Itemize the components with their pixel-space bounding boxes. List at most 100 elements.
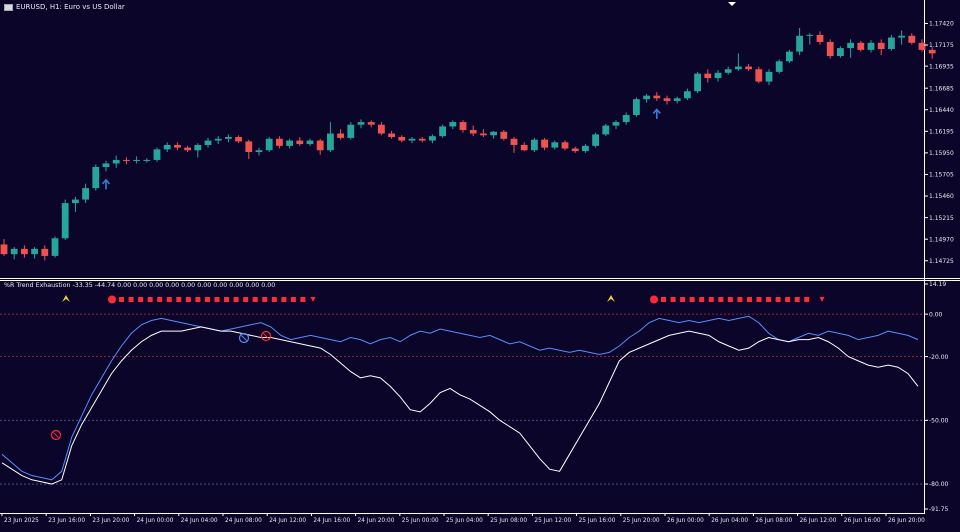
candle-body bbox=[561, 142, 569, 149]
time-label: 26 Jun 04:00 bbox=[711, 518, 748, 524]
exhaustion-square bbox=[214, 297, 220, 302]
candle-body bbox=[847, 42, 854, 49]
candle-body bbox=[388, 133, 395, 138]
candle-body bbox=[469, 129, 477, 134]
candle-body bbox=[755, 69, 763, 82]
exhaustion-square bbox=[166, 297, 172, 302]
time-label: 25 Jun 12:00 bbox=[534, 518, 571, 524]
candle bbox=[826, 39, 834, 59]
candle-body bbox=[796, 35, 803, 52]
exhaustion-square bbox=[138, 297, 144, 302]
exhaustion-square bbox=[794, 297, 800, 302]
indicator-title: %R Trend Exhaustion -33.35 -44.74 0.00 0… bbox=[4, 282, 276, 289]
candle-body bbox=[10, 248, 18, 255]
exhaustion-square bbox=[185, 297, 191, 302]
trading-chart-window[interactable]: 1.17420 1.17175 1.16935 1.16685 1.16440 1.161… bbox=[0, 0, 960, 528]
candle bbox=[531, 137, 538, 153]
indicator-label: 14.19 bbox=[929, 281, 946, 288]
candle bbox=[92, 164, 100, 191]
exhaustion-square bbox=[727, 297, 733, 302]
time-label: 23 Jun 16:00 bbox=[48, 518, 85, 524]
candle-body bbox=[704, 73, 712, 79]
price-label: 1.14725 bbox=[929, 258, 954, 265]
candle-body bbox=[82, 188, 89, 200]
exhaustion-square bbox=[233, 297, 239, 302]
candle-body bbox=[888, 37, 895, 49]
candle-body bbox=[928, 49, 936, 54]
exhaustion-square bbox=[281, 297, 287, 302]
candle-body bbox=[255, 150, 263, 153]
exhaustion-square bbox=[804, 297, 810, 302]
candle-body bbox=[276, 138, 283, 146]
exhaustion-square bbox=[262, 297, 268, 302]
time-label: 23 Jun 20:00 bbox=[92, 518, 129, 524]
candle-body bbox=[429, 136, 436, 141]
time-label: 26 Jun 00:00 bbox=[667, 518, 704, 524]
exhaustion-start-dot bbox=[108, 295, 116, 304]
candle-body bbox=[225, 137, 232, 139]
candle-body bbox=[0, 244, 8, 255]
exhaustion-square bbox=[785, 297, 791, 302]
exhaustion-square bbox=[224, 297, 230, 302]
candle bbox=[51, 236, 59, 258]
candle-body bbox=[643, 95, 650, 100]
candle-body bbox=[367, 122, 375, 125]
candle-body bbox=[214, 138, 222, 141]
candle-body bbox=[918, 42, 926, 50]
candle-body bbox=[837, 48, 844, 57]
candle-body bbox=[72, 199, 79, 204]
candle-body bbox=[408, 138, 416, 141]
candle-body bbox=[296, 140, 304, 145]
candle-body bbox=[520, 144, 528, 151]
candle-body bbox=[439, 126, 446, 137]
exhaustion-square bbox=[689, 297, 695, 302]
time-label: 25 Jun 16:00 bbox=[579, 518, 616, 524]
time-label: 26 Jun 20:00 bbox=[888, 518, 925, 524]
candle bbox=[439, 124, 446, 138]
price-label: 1.15950 bbox=[929, 150, 954, 157]
time-label: 24 Jun 12:00 bbox=[269, 518, 306, 524]
candle-body bbox=[306, 140, 314, 145]
candle-body bbox=[174, 144, 181, 148]
price-label: 1.17420 bbox=[929, 21, 954, 28]
candle-body bbox=[653, 95, 661, 99]
candle-body bbox=[551, 142, 559, 148]
candle-body bbox=[806, 34, 814, 36]
candle bbox=[602, 123, 610, 137]
candle-body bbox=[143, 159, 151, 161]
candle-body bbox=[398, 137, 406, 141]
exhaustion-square bbox=[708, 297, 714, 302]
exhaustion-square bbox=[252, 297, 258, 302]
candle-body bbox=[724, 69, 732, 73]
indicator-label: -91.75 bbox=[929, 506, 949, 513]
candle-body bbox=[265, 138, 273, 151]
candle-body bbox=[92, 166, 100, 189]
candle-body bbox=[194, 144, 202, 151]
time-label: 25 Jun 20:00 bbox=[623, 518, 660, 524]
candle bbox=[153, 147, 161, 162]
candle-body bbox=[541, 139, 548, 148]
exhaustion-start-dot bbox=[650, 295, 658, 304]
candle-body bbox=[133, 159, 140, 161]
candle-body bbox=[673, 98, 681, 101]
candle-body bbox=[286, 140, 293, 146]
exhaustion-square bbox=[661, 297, 666, 302]
candle-body bbox=[622, 115, 630, 123]
exhaustion-square bbox=[699, 297, 705, 302]
candle-body bbox=[663, 98, 671, 101]
time-label: 25 Jun 00:00 bbox=[402, 518, 439, 524]
chart-canvas[interactable]: 1.17420 1.17175 1.16935 1.16685 1.16440 1.161… bbox=[0, 0, 960, 528]
candle-body bbox=[235, 137, 242, 142]
candle-body bbox=[31, 248, 38, 255]
time-label: 24 Jun 20:00 bbox=[358, 518, 395, 524]
exhaustion-square bbox=[157, 297, 163, 302]
candle-body bbox=[41, 248, 49, 256]
exhaustion-square bbox=[176, 297, 182, 302]
time-label: 24 Jun 16:00 bbox=[313, 518, 350, 524]
candle-body bbox=[602, 125, 610, 135]
candle-body bbox=[347, 124, 355, 138]
candle-body bbox=[480, 133, 487, 136]
candle bbox=[265, 137, 273, 153]
candle-body bbox=[61, 203, 69, 239]
window-icon bbox=[4, 3, 13, 11]
